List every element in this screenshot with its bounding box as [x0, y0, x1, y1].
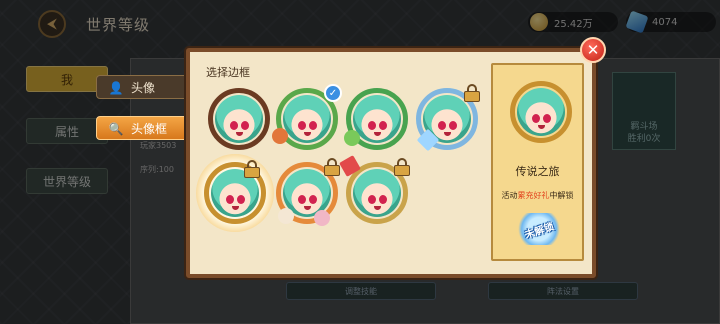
frame-search-icon: 🔍: [108, 122, 124, 136]
badge-text: 未解锁: [523, 221, 556, 241]
unlock-condition: 活动累充好礼中解锁: [493, 190, 582, 201]
frame-ring: [208, 88, 270, 150]
preview-avatar: [510, 81, 572, 143]
tab-frame-label: 头像框: [131, 121, 168, 136]
lock-icon: [244, 160, 260, 178]
tab-avatar-frame[interactable]: 🔍 头像框: [96, 116, 192, 140]
frame-option-mushroom[interactable]: ✓: [272, 84, 342, 150]
frame-option-crystal[interactable]: [416, 84, 480, 152]
dialog-title: 选择边框: [206, 66, 250, 79]
frame-preview-panel: 传说之旅 活动累充好礼中解锁 未解锁: [491, 63, 584, 261]
unlock-prefix: 活动: [501, 191, 518, 200]
frame-name: 传说之旅: [515, 165, 560, 178]
tab-avatar-label: 头像: [131, 80, 156, 95]
lock-icon: [464, 84, 480, 102]
pet-icon: [278, 208, 294, 224]
pet-icon: [314, 210, 330, 226]
unlock-event-link[interactable]: 累充好礼: [518, 191, 550, 200]
unlock-suffix: 中解锁: [549, 191, 574, 200]
equipped-check-icon: ✓: [324, 84, 342, 102]
tab-avatar[interactable]: 👤 头像: [96, 75, 192, 99]
mushroom-icon: [272, 128, 288, 144]
frame-ring: [510, 81, 572, 143]
person-icon: 👤: [108, 81, 124, 95]
frame-option-clover[interactable]: [344, 88, 408, 150]
frame-option-plain[interactable]: [208, 88, 270, 150]
frame-option-party[interactable]: [339, 155, 410, 224]
frame-option-cute-pets[interactable]: [276, 158, 340, 226]
close-button[interactable]: ✕: [580, 37, 606, 63]
close-icon: ✕: [586, 41, 600, 59]
frame-option-legend-journey[interactable]: [196, 154, 274, 232]
clover-icon: [344, 130, 360, 146]
lock-icon: [394, 158, 410, 176]
frame-select-dialog: 选择边框 ✓ 传说之旅 活动累充好礼中解锁 未解锁: [186, 48, 596, 278]
not-unlocked-badge: 未解锁: [515, 213, 563, 245]
lock-icon: [324, 158, 340, 176]
